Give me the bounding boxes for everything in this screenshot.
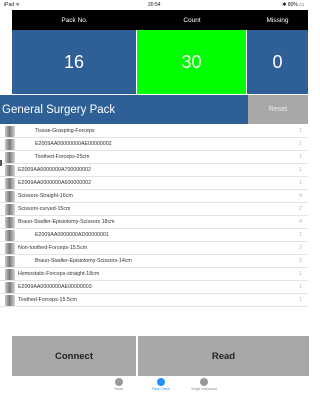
- pack-title-bar: General Surgery Pack Reset: [0, 95, 308, 124]
- battery-label: ✱ 80% ▭: [282, 2, 304, 8]
- pack-no-header: Pack No.: [61, 16, 88, 24]
- instrument-quantity: 1: [299, 232, 302, 238]
- instrument-thumbnail: [5, 191, 15, 202]
- instrument-quantity: 1: [299, 284, 302, 290]
- instrument-quantity: 4: [299, 219, 302, 225]
- pack-no-value: 16: [12, 30, 137, 94]
- read-button[interactable]: Read: [138, 336, 309, 376]
- counter-values: 16 30 0: [12, 30, 308, 94]
- count-header: Count: [183, 16, 201, 24]
- status-bar: iPad ᯤ 20:54 ✱ 80% ▭: [0, 0, 308, 10]
- instrument-thumbnail: [5, 204, 15, 215]
- tab-single-instrument[interactable]: Single Instrument: [184, 378, 224, 391]
- list-item[interactable]: E2009AA00000000AE00000002 1: [0, 138, 308, 151]
- instrument-quantity: 1: [299, 141, 302, 147]
- list-item[interactable]: Hemostatic-Forceps-straight-18cm 1: [0, 268, 308, 281]
- instrument-quantity: 2: [299, 258, 302, 264]
- carrier-label: iPad ᯤ: [4, 2, 20, 8]
- scroll-indicator: [0, 160, 2, 166]
- instrument-name: Braun-Stadler-Episiotomy-Scissors 18cm: [18, 219, 115, 225]
- instrument-thumbnail: [5, 217, 15, 228]
- tab-home[interactable]: Home: [99, 378, 139, 391]
- instrument-quantity: 1: [299, 271, 302, 277]
- instrument-quantity: 2: [299, 206, 302, 212]
- list-item[interactable]: Toothed-Forceps-25cm 1: [0, 151, 308, 164]
- connect-button[interactable]: Connect: [12, 336, 137, 376]
- instrument-thumbnail: [5, 165, 15, 176]
- list-item[interactable]: Non-toothed-Forceps-15.5cm 2: [0, 242, 308, 255]
- counter-header: Pack No. Count Missing: [12, 10, 308, 30]
- instrument-thumbnail: [5, 230, 15, 241]
- instrument-quantity: 1: [299, 297, 302, 303]
- instrument-quantity: 1: [299, 128, 302, 134]
- missing-value: 0: [247, 30, 308, 94]
- pack-title: General Surgery Pack: [0, 95, 248, 124]
- instrument-thumbnail: [5, 256, 15, 267]
- instrument-quantity: 1: [299, 180, 302, 186]
- instrument-quantity: 2: [299, 245, 302, 251]
- instrument-thumbnail: [5, 269, 15, 280]
- pack-check-icon: [157, 378, 165, 386]
- instrument-quantity: 1: [299, 167, 302, 173]
- tab-pack-check-label: Pack Check: [152, 387, 170, 391]
- instrument-quantity: 1: [299, 154, 302, 160]
- list-item[interactable]: Braun-Stadler-Episiotomy-Scissors-14cm 2: [0, 255, 308, 268]
- instrument-list[interactable]: Tissue-Grasping-Forceps 1 E2009AA00000000A…: [0, 125, 308, 362]
- list-item[interactable]: E2009AA0000000AD00000001 1: [0, 229, 308, 242]
- reset-button[interactable]: Reset: [248, 95, 308, 124]
- missing-header: Missing: [266, 16, 289, 24]
- single-instrument-icon: [200, 378, 208, 386]
- list-item[interactable]: Braun-Stadler-Episiotomy-Scissors 18cm 4: [0, 216, 308, 229]
- home-icon: [115, 378, 123, 386]
- instrument-quantity: 4: [299, 193, 302, 199]
- instrument-name: E2009AA0000000AD00000001: [35, 232, 109, 238]
- list-item[interactable]: Scissors-Straight-16cm 4: [0, 190, 308, 203]
- list-item[interactable]: E2009AA0000000A700000002 1: [0, 164, 308, 177]
- instrument-thumbnail: [5, 295, 15, 306]
- list-item[interactable]: Scissors-curved-15cm 2: [0, 203, 308, 216]
- instrument-thumbnail: [5, 139, 15, 150]
- list-item[interactable]: Toothed-Forceps-15.5cm 1: [0, 294, 308, 307]
- count-value: 30: [137, 30, 247, 94]
- instrument-name: Braun-Stadler-Episiotomy-Scissors-14cm: [35, 258, 132, 264]
- tab-single-instrument-label: Single Instrument: [191, 387, 217, 391]
- tab-pack-check[interactable]: Pack Check: [141, 378, 181, 391]
- instrument-thumbnail: [5, 282, 15, 293]
- instrument-thumbnail: [5, 152, 15, 163]
- instrument-thumbnail: [5, 243, 15, 254]
- clock-label: 20:54: [148, 2, 161, 8]
- tab-bar: Home Pack Check Single Instrument: [0, 376, 308, 395]
- instrument-thumbnail: [5, 178, 15, 189]
- instrument-name: E2009AA00000000AE00000002: [35, 141, 112, 147]
- instrument-thumbnail: [5, 126, 15, 137]
- list-item[interactable]: E2009AA0000000A600000002 1: [0, 177, 308, 190]
- tab-home-label: Home: [114, 387, 124, 391]
- list-item[interactable]: E2009AA0000000AE00000003 1: [0, 281, 308, 294]
- list-item[interactable]: Tissue-Grasping-Forceps 1: [0, 125, 308, 138]
